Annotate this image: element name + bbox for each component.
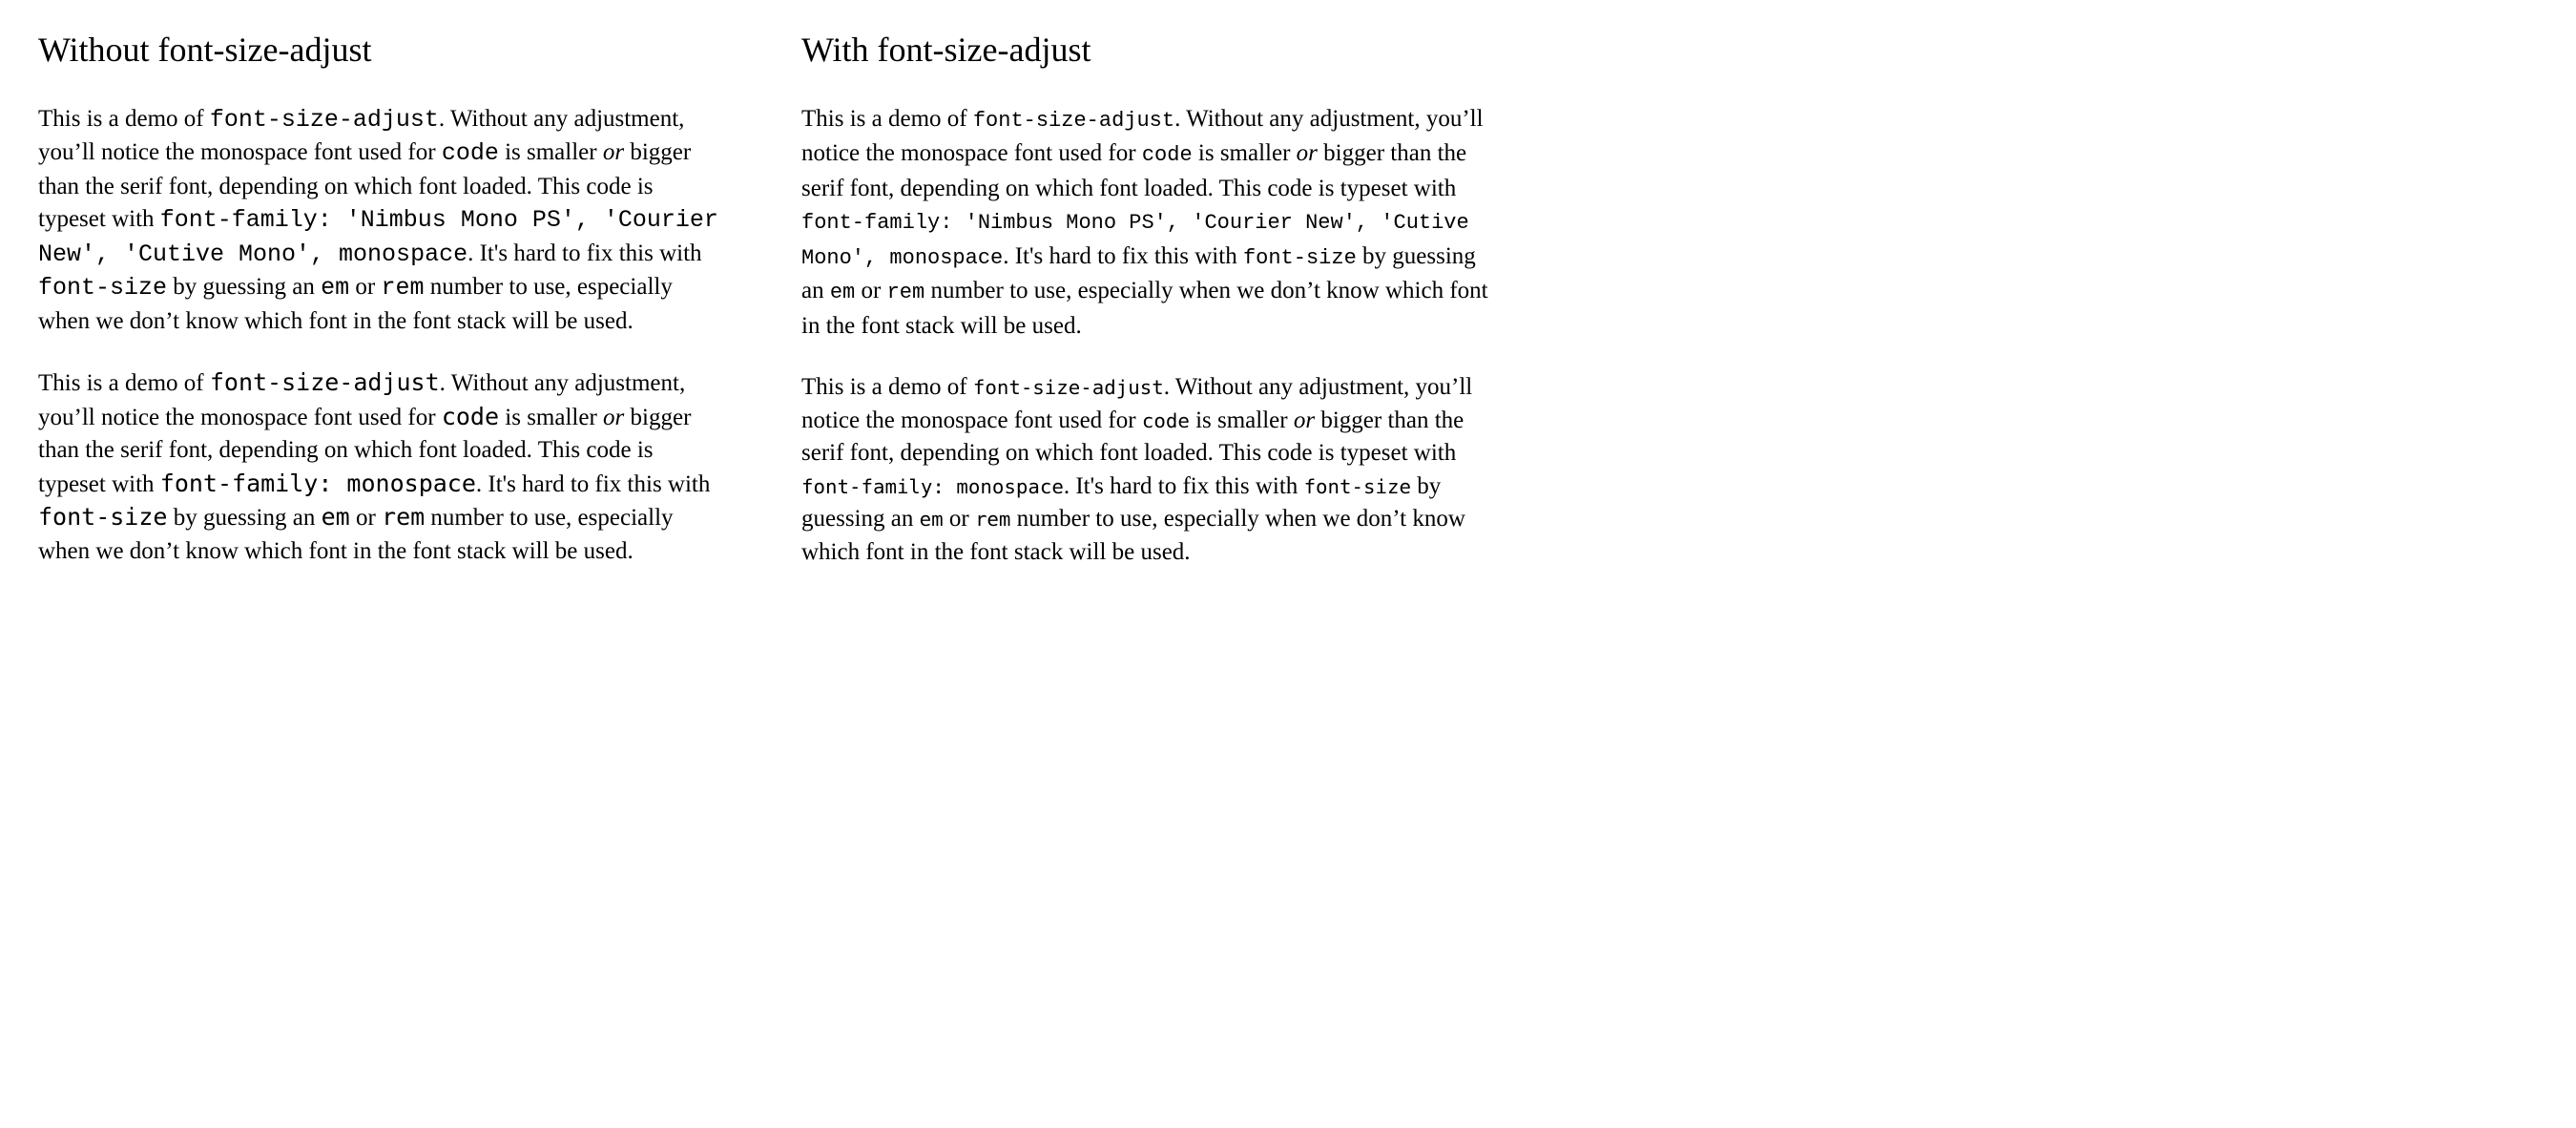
code-code: code — [1142, 409, 1190, 432]
text: is smaller — [1193, 140, 1297, 166]
code-rem: rem — [382, 503, 425, 531]
text: This is a demo of — [801, 374, 973, 400]
code-rem: rem — [975, 508, 1010, 531]
code-font-size-adjust: font-size-adjust — [210, 368, 440, 396]
code-em: em — [322, 503, 350, 531]
text: or — [349, 274, 381, 300]
heading-with: With font-size-adjust — [801, 27, 1488, 74]
text: or — [944, 506, 975, 532]
text: or — [855, 278, 886, 303]
code-rem: rem — [887, 281, 925, 304]
code-code: code — [442, 403, 499, 430]
code-font-size: font-size — [38, 274, 167, 302]
emphasis-or: or — [603, 139, 624, 165]
text: . It's hard to fix this with — [467, 240, 701, 266]
code-code: code — [1142, 143, 1193, 167]
code-font-size-adjust: font-size-adjust — [210, 106, 439, 134]
text: by guessing an — [167, 505, 321, 531]
emphasis-or: or — [1294, 407, 1315, 433]
text: . It's hard to fix this with — [476, 471, 710, 497]
text: This is a demo of — [801, 106, 973, 132]
column-without-adjust: Without font-size-adjust This is a demo … — [38, 19, 725, 597]
text: . It's hard to fix this with — [1064, 473, 1304, 499]
text: . It's hard to fix this with — [1003, 243, 1243, 269]
heading-without: Without font-size-adjust — [38, 27, 725, 74]
code-em: em — [321, 274, 349, 302]
code-font-size: font-size — [38, 503, 167, 531]
code-font-size-adjust: font-size-adjust — [973, 376, 1164, 399]
paragraph-without-nimbus: This is a demo of font-size-adjust. With… — [38, 103, 725, 339]
text: or — [350, 505, 382, 531]
text: This is a demo of — [38, 106, 210, 132]
paragraph-with-nimbus: This is a demo of font-size-adjust. With… — [801, 103, 1488, 344]
text: is smaller — [1190, 407, 1294, 433]
paragraph-with-monospace: This is a demo of font-size-adjust. With… — [801, 371, 1488, 569]
paragraph-without-monospace: This is a demo of font-size-adjust. With… — [38, 366, 725, 568]
code-font-family-monospace: font-family: monospace — [160, 470, 476, 497]
text: is smaller — [499, 405, 603, 430]
text: This is a demo of — [38, 370, 210, 396]
column-with-adjust: With font-size-adjust This is a demo of … — [801, 19, 1488, 597]
code-font-size: font-size — [1304, 475, 1411, 498]
text: by guessing an — [167, 274, 321, 300]
code-em: em — [920, 508, 944, 531]
code-font-size-adjust: font-size-adjust — [973, 109, 1174, 133]
emphasis-or: or — [1297, 140, 1318, 166]
emphasis-or: or — [603, 405, 624, 430]
code-font-size: font-size — [1243, 246, 1357, 270]
code-code: code — [442, 139, 499, 167]
code-font-family-monospace: font-family: monospace — [801, 475, 1064, 498]
code-rem: rem — [381, 274, 424, 302]
code-em: em — [830, 281, 855, 304]
text: is smaller — [499, 139, 603, 165]
